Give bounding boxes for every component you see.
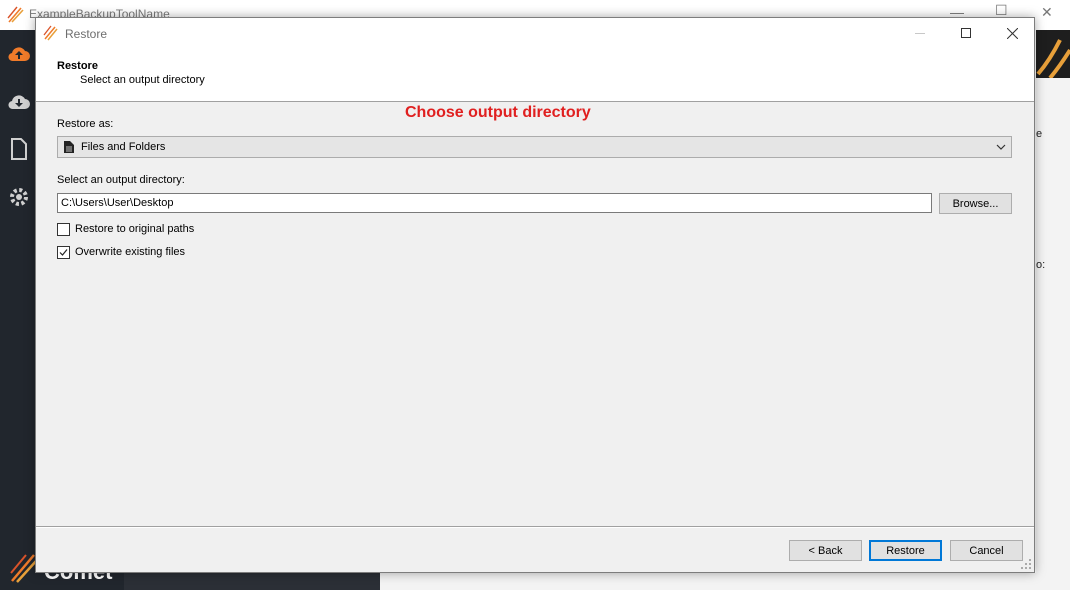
background-banner xyxy=(1036,30,1070,78)
checkmark-icon xyxy=(59,248,68,256)
output-directory-input[interactable] xyxy=(57,193,932,213)
chevron-down-icon xyxy=(996,144,1006,150)
restore-as-label: Restore as: xyxy=(57,118,114,130)
wizard-title: Restore xyxy=(57,60,98,72)
restore-as-value: Files and Folders xyxy=(81,141,166,153)
bg-close-icon[interactable]: ✕ xyxy=(1041,4,1053,21)
back-button[interactable]: < Back xyxy=(789,540,862,561)
minimize-icon xyxy=(915,33,925,34)
overwrite-existing-option[interactable]: Overwrite existing files xyxy=(57,244,185,260)
cancel-button[interactable]: Cancel xyxy=(950,540,1023,561)
output-directory-label: Select an output directory: xyxy=(57,174,185,186)
banner-decoration-icon xyxy=(1036,39,1070,78)
cloud-download-icon[interactable] xyxy=(7,90,31,114)
restore-original-paths-checkbox[interactable] xyxy=(57,222,70,236)
overwrite-existing-label: Overwrite existing files xyxy=(75,246,186,258)
restore-button[interactable]: Restore xyxy=(869,540,942,561)
restore-original-paths-option[interactable]: Restore to original paths xyxy=(57,221,194,237)
background-sidebar xyxy=(0,30,36,590)
overwrite-existing-checkbox[interactable] xyxy=(57,245,70,259)
document-icon xyxy=(64,141,74,153)
dialog-titlebar[interactable]: Restore xyxy=(36,18,1034,48)
background-bottom-content xyxy=(380,573,1070,590)
wizard-header: Restore Select an output directory xyxy=(36,48,1034,102)
cloud-upload-icon[interactable] xyxy=(7,42,31,66)
restore-original-paths-label: Restore to original paths xyxy=(75,223,195,235)
restore-dialog: Restore Restore Select an output directo… xyxy=(35,17,1035,573)
gear-icon[interactable] xyxy=(7,185,31,209)
background-content: e o: xyxy=(1036,78,1070,590)
dialog-title: Restore xyxy=(65,27,108,41)
maximize-button[interactable] xyxy=(943,18,989,48)
close-icon xyxy=(1006,27,1018,39)
close-button[interactable] xyxy=(989,18,1035,48)
comet-brand-logo-icon xyxy=(10,554,38,583)
footer-divider-highlight xyxy=(36,527,1034,528)
background-text-fragment: o: xyxy=(1036,259,1046,271)
maximize-icon xyxy=(961,28,971,38)
comet-logo-icon xyxy=(7,6,24,23)
background-bottom-bar xyxy=(124,573,380,590)
background-text-fragment: e xyxy=(1036,128,1043,140)
resize-grip-icon[interactable] xyxy=(1021,559,1031,569)
minimize-button[interactable] xyxy=(897,18,943,48)
restore-as-dropdown[interactable]: Files and Folders xyxy=(57,136,1012,158)
file-icon[interactable] xyxy=(7,137,31,161)
comet-logo-icon xyxy=(43,25,58,41)
annotation-label: Choose output directory xyxy=(405,104,591,121)
browse-button[interactable]: Browse... xyxy=(939,193,1012,214)
wizard-subtitle: Select an output directory xyxy=(80,74,205,86)
